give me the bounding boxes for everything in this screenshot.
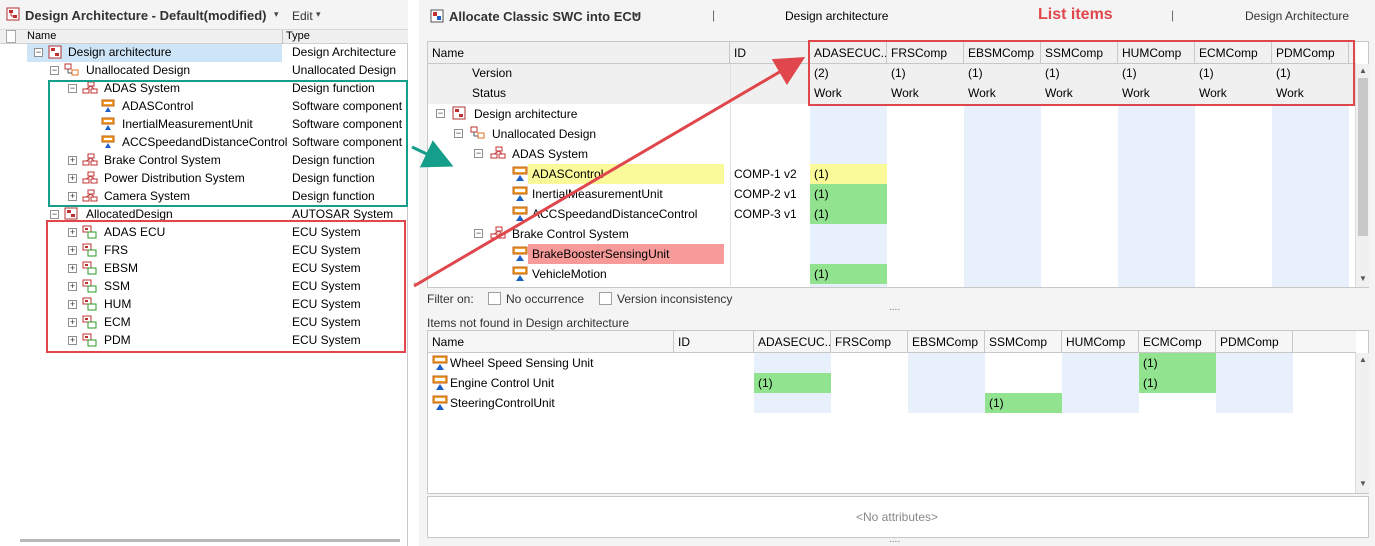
teal-arrow [411,140,454,168]
annotation-arrows [411,56,806,288]
red-arrow [413,56,806,288]
